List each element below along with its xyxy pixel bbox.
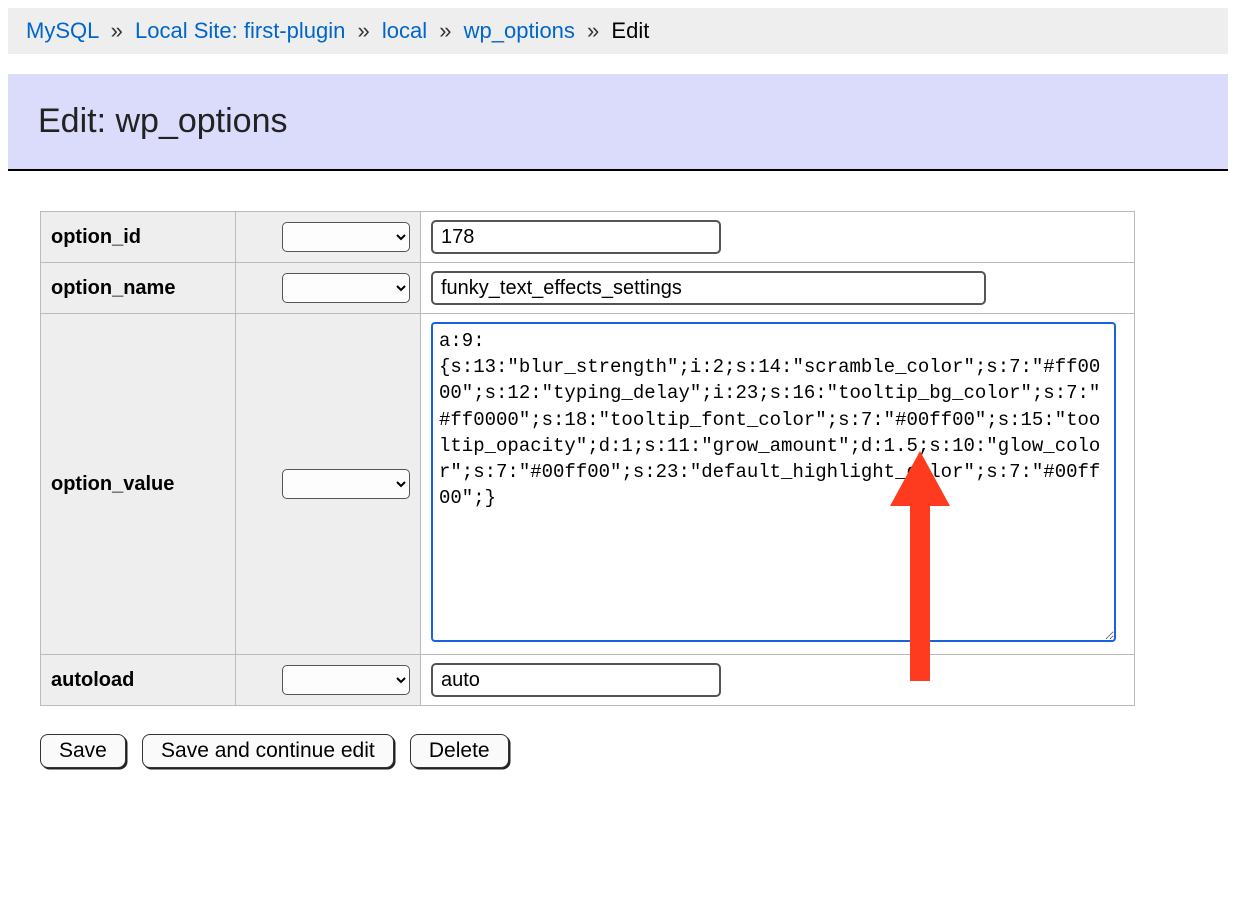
breadcrumb-link-table[interactable]: wp_options — [464, 18, 575, 43]
option-value-textarea[interactable] — [431, 322, 1116, 642]
row-option-name: option_name — [41, 263, 1135, 314]
edit-form-table: option_id option_name option_value — [40, 211, 1135, 706]
breadcrumb-separator: » — [587, 18, 599, 43]
function-select-option-id[interactable] — [282, 222, 410, 252]
breadcrumb-link-database[interactable]: local — [382, 18, 427, 43]
page-header: Edit: wp_options — [8, 74, 1228, 171]
breadcrumb-link-server[interactable]: Local Site: first-plugin — [135, 18, 345, 43]
breadcrumb-current: Edit — [611, 18, 649, 43]
field-label: autoload — [41, 655, 236, 706]
function-select-option-value[interactable] — [282, 469, 410, 499]
save-continue-button[interactable]: Save and continue edit — [142, 734, 394, 768]
option-id-input[interactable] — [431, 220, 721, 254]
form-actions: Save Save and continue edit Delete — [40, 734, 1196, 768]
breadcrumb-link-mysql[interactable]: MySQL — [26, 18, 99, 43]
row-autoload: autoload — [41, 655, 1135, 706]
function-select-autoload[interactable] — [282, 665, 410, 695]
breadcrumb: MySQL » Local Site: first-plugin » local… — [8, 8, 1228, 54]
field-label: option_id — [41, 212, 236, 263]
breadcrumb-separator: » — [111, 18, 123, 43]
delete-button[interactable]: Delete — [410, 734, 509, 768]
page-title: Edit: wp_options — [38, 102, 1198, 141]
autoload-input[interactable] — [431, 663, 721, 697]
save-button[interactable]: Save — [40, 734, 126, 768]
row-option-id: option_id — [41, 212, 1135, 263]
option-name-input[interactable] — [431, 271, 986, 305]
breadcrumb-separator: » — [439, 18, 451, 43]
row-option-value: option_value — [41, 314, 1135, 655]
field-label: option_name — [41, 263, 236, 314]
breadcrumb-separator: » — [357, 18, 369, 43]
field-label: option_value — [41, 314, 236, 655]
function-select-option-name[interactable] — [282, 273, 410, 303]
